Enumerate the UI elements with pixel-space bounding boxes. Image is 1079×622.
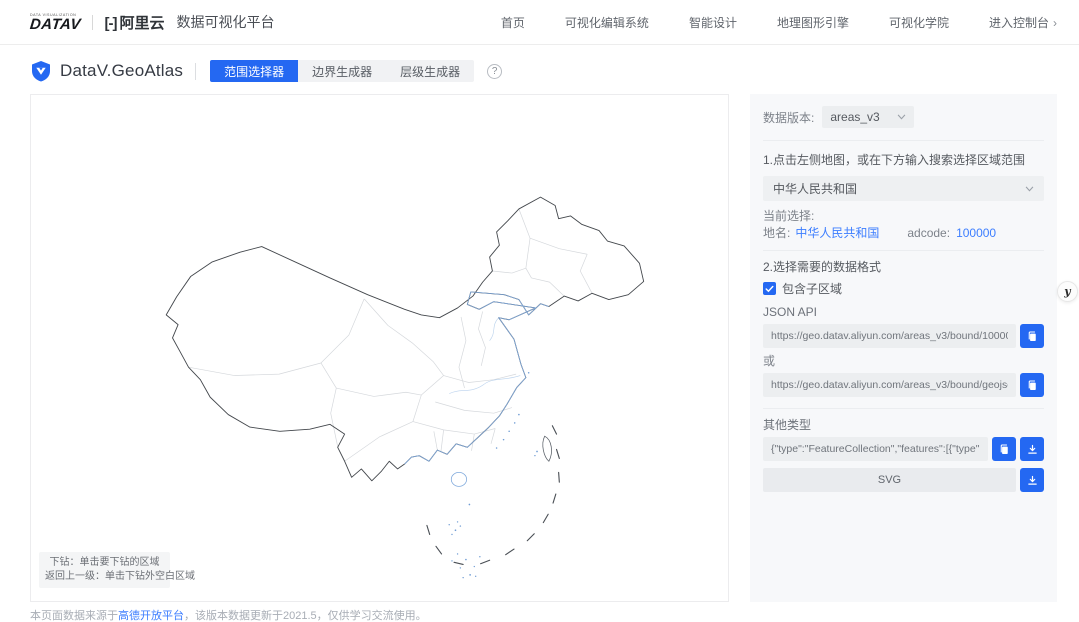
- rivers: [449, 318, 520, 394]
- include-children-checkbox[interactable]: [763, 282, 776, 295]
- divider: [763, 250, 1044, 251]
- divider: [763, 408, 1044, 409]
- page-title: DataV.GeoAtlas: [60, 61, 183, 81]
- national-border: [166, 197, 643, 481]
- top-header: DATA VISUALIZATION DATAV [-] 阿里云 数据可视化平台…: [0, 0, 1079, 45]
- copy-geojson-url-button[interactable]: [1020, 373, 1044, 397]
- nav-item-geo-engine[interactable]: 地理图形引擎: [777, 14, 849, 31]
- other-types-label: 其他类型: [763, 418, 1044, 433]
- top-nav: 首页 可视化编辑系统 智能设计 地理图形引擎 可视化学院 进入控制台 ›: [501, 0, 1057, 45]
- title-divider: [195, 63, 196, 80]
- data-version-value: areas_v3: [830, 110, 879, 124]
- drilldown-tooltip: 下钻：单击要下钻的区域 返回上一级：单击下钻外空白区域: [39, 552, 170, 588]
- check-icon: [765, 285, 774, 293]
- data-version-select[interactable]: areas_v3: [822, 106, 914, 128]
- geojson-text-input[interactable]: [763, 437, 988, 461]
- region-select[interactable]: 中华人民共和国: [763, 176, 1044, 201]
- place-value-link[interactable]: 中华人民共和国: [795, 226, 879, 241]
- help-icon[interactable]: ?: [487, 64, 502, 79]
- aliyun-logo-text: 阿里云: [119, 12, 164, 33]
- adcode-value-link[interactable]: 100000: [956, 226, 996, 241]
- svg-label-bar: SVG: [763, 468, 1016, 492]
- copy-json-api-button[interactable]: [1020, 324, 1044, 348]
- tab-level-generator[interactable]: 层级生成器: [386, 60, 474, 82]
- json-api-label: JSON API: [763, 305, 1044, 320]
- chevron-right-icon: ›: [1053, 16, 1057, 30]
- download-icon: [1026, 474, 1039, 487]
- tooltip-line-2: 返回上一级：单击下钻外空白区域: [45, 570, 164, 584]
- aliyun-bracket-icon: [-]: [104, 15, 116, 32]
- geojson-text-row: [763, 437, 1044, 461]
- nav-item-smart-design[interactable]: 智能设计: [689, 14, 737, 31]
- tab-range-selector[interactable]: 范围选择器: [210, 60, 298, 82]
- nav-item-academy[interactable]: 可视化学院: [889, 14, 949, 31]
- province-borders: [189, 209, 593, 461]
- nine-dash-line: [427, 426, 559, 565]
- include-children-row: 包含子区域: [763, 280, 1044, 297]
- json-api-input[interactable]: [763, 324, 1016, 348]
- download-icon: [1026, 443, 1039, 456]
- map-panel: 下钻：单击要下钻的区域 返回上一级：单击下钻外空白区域: [30, 94, 729, 602]
- geoatlas-toolbar: DataV.GeoAtlas 范围选择器 边界生成器 层级生成器 ?: [30, 56, 502, 86]
- download-geojson-button[interactable]: [1020, 437, 1044, 461]
- datav-logo-text: DATAV: [29, 17, 82, 32]
- include-children-label: 包含子区域: [782, 280, 842, 297]
- chevron-down-icon: [1025, 186, 1034, 192]
- step1-label: 1.点击左侧地图，或在下方输入搜索选择区域范围: [763, 153, 1044, 168]
- feedback-widget[interactable]: y: [1057, 281, 1078, 302]
- geoatlas-page: DATA VISUALIZATION DATAV [-] 阿里云 数据可视化平台…: [0, 0, 1079, 622]
- console-link-label: 进入控制台: [989, 14, 1049, 31]
- copy-icon: [1026, 379, 1039, 392]
- copy-icon: [1026, 330, 1039, 343]
- adcode-label: adcode:: [907, 226, 950, 241]
- divider: [763, 140, 1044, 141]
- aliyun-logo[interactable]: [-] 阿里云: [104, 12, 164, 33]
- svg-download-row: SVG: [763, 468, 1044, 492]
- geojson-url-input[interactable]: [763, 373, 1016, 397]
- place-label: 地名:: [763, 226, 790, 241]
- nav-item-editor[interactable]: 可视化编辑系统: [565, 14, 649, 31]
- settings-sidebar: 数据版本: areas_v3 1.点击左侧地图，或在下方输入搜索选择区域范围 中…: [750, 94, 1057, 602]
- footer-suffix: ，该版本数据更新于2021.5，仅供学习交流使用。: [184, 610, 427, 622]
- console-link[interactable]: 进入控制台 ›: [989, 14, 1057, 31]
- current-selection-label: 当前选择:: [763, 209, 1044, 224]
- amap-platform-link[interactable]: 高德开放平台: [118, 610, 184, 622]
- taiwan-island: [543, 436, 552, 461]
- data-source-note: 本页面数据来源于高德开放平台，该版本数据更新于2021.5，仅供学习交流使用。: [30, 607, 427, 622]
- geojson-url-row: [763, 373, 1044, 397]
- footer-prefix: 本页面数据来源于: [30, 610, 118, 622]
- geoatlas-shield-icon: [30, 60, 52, 82]
- tab-boundary-generator[interactable]: 边界生成器: [298, 60, 386, 82]
- step2-label: 2.选择需要的数据格式: [763, 260, 1044, 275]
- selection-detail-row: 地名: 中华人民共和国 adcode: 100000: [763, 226, 1044, 241]
- copy-icon: [998, 443, 1011, 456]
- json-api-row: [763, 324, 1044, 348]
- nav-item-home[interactable]: 首页: [501, 14, 525, 31]
- tab-bar: 范围选择器 边界生成器 层级生成器: [210, 60, 474, 82]
- data-version-label: 数据版本:: [763, 109, 814, 126]
- chevron-down-icon: [897, 114, 906, 120]
- datav-logo[interactable]: DATA VISUALIZATION DATAV: [30, 13, 81, 32]
- coastline: [405, 292, 549, 464]
- platform-title: 数据可视化平台: [177, 12, 275, 32]
- hainan-island: [451, 472, 466, 486]
- or-label: 或: [763, 354, 1044, 369]
- region-select-value: 中华人民共和国: [773, 180, 857, 197]
- tooltip-line-1: 下钻：单击要下钻的区域: [45, 556, 164, 570]
- brand-group: DATA VISUALIZATION DATAV [-] 阿里云 数据可视化平台: [30, 12, 275, 33]
- brand-divider: [92, 15, 93, 30]
- china-map[interactable]: [31, 95, 728, 601]
- copy-geojson-text-button[interactable]: [992, 437, 1016, 461]
- data-version-row: 数据版本: areas_v3: [763, 106, 1044, 128]
- download-svg-button[interactable]: [1020, 468, 1044, 492]
